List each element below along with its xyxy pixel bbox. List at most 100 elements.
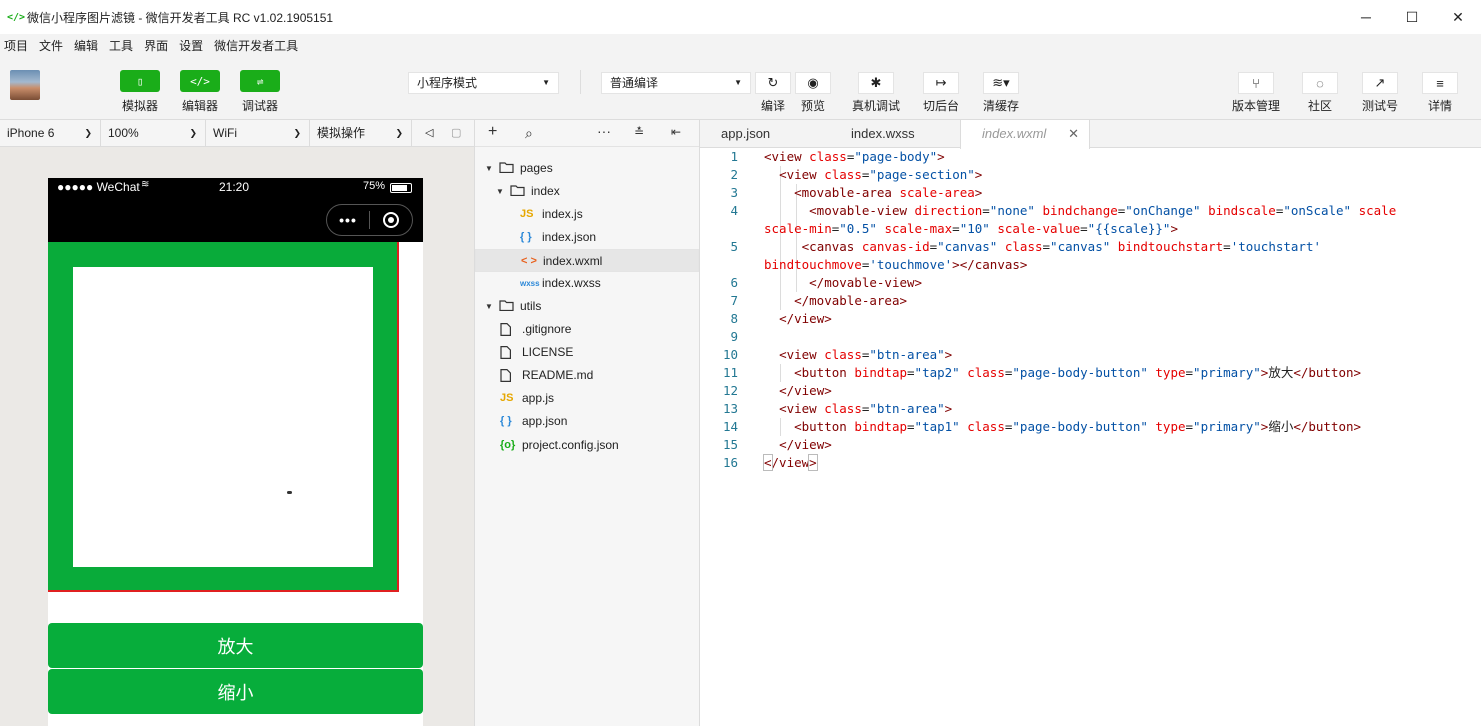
mode-select[interactable]: 小程序模式 ▼ [408, 72, 559, 94]
tree-item-label: index.wxss [542, 276, 601, 290]
maximize-button[interactable]: ☐ [1389, 0, 1435, 34]
tree-item-app-json[interactable]: { } app.json [475, 410, 699, 433]
js-file-icon: JS [520, 208, 534, 220]
tree-item-app-js[interactable]: JS app.js [475, 387, 699, 410]
close-tab-icon[interactable]: ✕ [1068, 120, 1079, 148]
chevron-down-icon[interactable]: ▼ [485, 157, 493, 180]
search-icon[interactable]: ⌕ [525, 125, 533, 142]
collapse-icon[interactable]: ⇤ [671, 125, 681, 139]
more-icon[interactable]: ••• [327, 212, 369, 228]
avatar[interactable] [10, 70, 40, 100]
compile-select[interactable]: 普通编译 ▼ [601, 72, 751, 94]
tree-item-label: index.js [542, 207, 583, 221]
toolbar: ▯ 模拟器 </> 编辑器 ⇌ 调试器 小程序模式 ▼ 普通编译 ▼ ↻ 编译 … [0, 56, 1481, 120]
menu-edit[interactable]: 编辑 [74, 37, 98, 54]
tree-item-index-js[interactable]: JS index.js [475, 203, 699, 226]
json-file-icon: { } [520, 231, 532, 243]
code-line: bindtouchmove='touchmove'></canvas> [764, 257, 1028, 272]
line-number: 12 [722, 383, 738, 398]
compile-button[interactable]: ↻ [755, 72, 791, 94]
simulator-toggle-button[interactable]: ▯ 模拟器 [120, 70, 160, 114]
debugger-toggle-button[interactable]: ⇌ 调试器 [240, 70, 280, 114]
test-account-button[interactable]: ↗ [1362, 72, 1398, 94]
chevron-down-icon[interactable]: ▼ [496, 180, 504, 203]
editor-label: 编辑器 [181, 99, 218, 113]
carrier-label: ●●●●● WeChat [57, 180, 140, 194]
more-icon[interactable]: ··· [597, 123, 611, 139]
code-line: <canvas canvas-id="canvas" class="canvas… [801, 239, 1321, 254]
version-button[interactable]: ⑂ [1238, 72, 1274, 94]
simulator-panel: ●●●●● WeChat ≋ 21:20 75% ••• 放大 缩小 [0, 147, 474, 726]
close-window-button[interactable]: ✕ [1435, 0, 1481, 34]
preview-button[interactable]: ◉ [795, 72, 831, 94]
network-select[interactable]: WiFi ❯ [206, 120, 310, 146]
layers-icon: ≋▾ [992, 75, 1010, 90]
window-title: 微信小程序图片滤镜 - 微信开发者工具 RC v1.02.1905151 [27, 10, 334, 25]
remote-debug-button[interactable]: ✱ [858, 72, 894, 94]
menu-wechat-devtools[interactable]: 微信开发者工具 [214, 37, 298, 54]
zoom-select[interactable]: 100% ❯ [101, 120, 206, 146]
tree-item-pages[interactable]: ▼ pages [475, 157, 699, 180]
minimize-button[interactable]: ─ [1343, 0, 1389, 34]
editor-toggle-button[interactable]: </> 编辑器 [180, 70, 220, 114]
code-line: </movable-view> [809, 275, 923, 290]
line-number: 13 [722, 401, 738, 416]
zoom-in-button[interactable]: 放大 [48, 623, 423, 668]
operation-select[interactable]: 模拟操作 ❯ [310, 120, 412, 146]
background-label: 切后台 [923, 99, 960, 113]
window-icon[interactable]: ▢ [451, 126, 461, 139]
line-number: 8 [730, 311, 738, 326]
tree-item-license[interactable]: LICENSE [475, 341, 699, 364]
tree-item-index-wxml[interactable]: < > index.wxml [475, 249, 699, 272]
tree-item-project-config-json[interactable]: {o} project.config.json [475, 434, 699, 457]
tree-item-utils[interactable]: ▼ utils [475, 295, 699, 318]
close-target-icon[interactable] [370, 212, 412, 228]
menu-capsule: ••• [326, 204, 413, 236]
tab-app-json[interactable]: app.json [700, 120, 830, 148]
tab-index-wxss[interactable]: index.wxss [830, 120, 960, 148]
tree-item-label: app.json [522, 414, 568, 428]
tree-item-label: utils [520, 299, 542, 313]
line-number: 4 [730, 203, 738, 218]
details-button[interactable]: ≡ [1422, 72, 1458, 94]
battery-percent: 75% [363, 180, 386, 192]
sort-icon[interactable]: ≛ [634, 125, 644, 139]
line-number: 9 [730, 329, 738, 344]
tree-item-index[interactable]: ▼ index [475, 180, 699, 203]
wxss-file-icon: wxss [520, 279, 540, 288]
chevron-down-icon[interactable]: ▼ [485, 295, 493, 318]
menu-view[interactable]: 界面 [144, 37, 168, 54]
folder-icon [499, 162, 514, 174]
clear-cache-button[interactable]: ≋▾ [983, 72, 1019, 94]
tab-index-wxml[interactable]: index.wxml ✕ [960, 120, 1090, 149]
menu-file[interactable]: 文件 [39, 37, 63, 54]
js-file-icon: JS [500, 392, 514, 404]
code-icon: </> [180, 70, 220, 92]
menu-tools[interactable]: 工具 [109, 37, 133, 54]
menu-project[interactable]: 项目 [4, 37, 28, 54]
remote-debug-label: 真机调试 [852, 99, 901, 113]
simulator-settings-bar: iPhone 6 ❯ 100% ❯ WiFi ❯ 模拟操作 ❯ ◁ ▢ [0, 120, 474, 147]
community-button[interactable]: ◌ [1302, 72, 1338, 94]
file-icon [500, 346, 511, 359]
add-icon[interactable]: + [488, 123, 497, 141]
tree-item-readme-md[interactable]: README.md [475, 364, 699, 387]
dropdown-arrow-icon: ▼ [734, 78, 742, 87]
canvas[interactable] [73, 267, 373, 567]
tree-item-gitignore[interactable]: .gitignore [475, 318, 699, 341]
device-select[interactable]: iPhone 6 ❯ [0, 120, 101, 146]
menu-settings[interactable]: 设置 [179, 37, 203, 54]
background-button[interactable]: ↦ [923, 72, 959, 94]
zoom-out-button[interactable]: 缩小 [48, 669, 423, 714]
test-account-label: 测试号 [1362, 99, 1399, 113]
chevron-down-icon: ❯ [395, 128, 403, 138]
line-number: 3 [730, 185, 738, 200]
code-line: <view class="page-body"> [764, 149, 945, 164]
movable-view[interactable] [48, 242, 397, 590]
external-link-icon: ↗ [1374, 75, 1386, 90]
sound-icon[interactable]: ◁ [425, 126, 433, 139]
tree-item-index-wxss[interactable]: wxss index.wxss [475, 272, 699, 295]
tree-item-index-json[interactable]: { } index.json [475, 226, 699, 249]
tree-item-label: LICENSE [522, 345, 574, 359]
tab-label: index.wxml [982, 126, 1047, 141]
